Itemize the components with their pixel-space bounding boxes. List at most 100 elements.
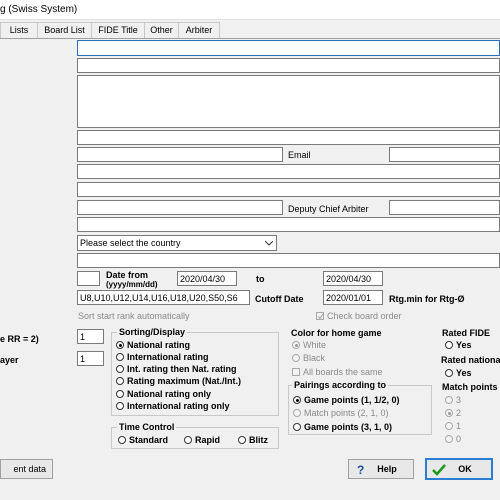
text-field-4[interactable] [77,147,283,162]
radio-icon[interactable] [292,340,300,349]
time-option-label: Standard [129,434,169,445]
pairing-game-points-3[interactable]: Game points (3, 1, 0) [293,421,392,432]
tab-fide-title[interactable]: FIDE Title [91,22,145,38]
small-field[interactable] [77,271,100,286]
chief-arbiter-field[interactable] [77,200,283,215]
country-select-value: Please select the country [80,238,181,248]
rr-label: e RR = 2) [0,334,39,344]
sort-international-rating[interactable]: International rating [116,351,209,362]
email-field[interactable] [389,147,500,162]
radio-icon[interactable] [116,352,124,361]
rated-fide-yes[interactable]: Yes [445,339,472,350]
radio-icon[interactable] [116,340,124,349]
time-blitz[interactable]: Blitz [238,434,268,445]
rated-national-yes[interactable]: Yes [445,367,472,378]
sort-int-then-nat[interactable]: Int. rating then Nat. rating [116,363,237,374]
sort-international-only[interactable]: International rating only [116,400,230,411]
players-field[interactable]: 1 [77,351,104,366]
sort-rating-maximum[interactable]: Rating maximum (Nat./Int.) [116,375,241,386]
radio-icon[interactable] [292,353,300,362]
radio-icon[interactable] [116,376,124,385]
color-option-label: White [303,339,327,350]
text-field-3[interactable] [77,130,500,145]
radio-icon[interactable] [445,395,453,404]
date-from-field[interactable]: 2020/04/30 [177,271,237,286]
sort-national-rating[interactable]: National rating [116,339,190,350]
radio-icon[interactable] [445,408,453,417]
sort-national-only[interactable]: National rating only [116,388,211,399]
radio-icon[interactable] [238,435,246,444]
text-field-8[interactable] [77,253,500,268]
ok-button[interactable]: OK [425,458,493,480]
tab-lists[interactable]: Lists [0,22,38,38]
match-points-label: 2 [456,407,462,418]
text-field-7[interactable] [77,217,500,232]
multiline-field[interactable] [77,75,500,128]
check-board-order[interactable]: Check board order [316,310,402,321]
categories-field[interactable]: U8,U10,U12,U14,U16,U18,U20,S50,S6 [77,290,250,305]
tab-other[interactable]: Other [144,22,179,38]
rated-national-title: Rated nationa [441,355,500,365]
sort-auto-label: Sort start rank automatically [78,311,190,321]
date-format-label: (yyyy/mm/dd) [106,280,158,289]
match-points-3[interactable]: 3 [445,394,461,405]
radio-icon[interactable] [116,364,124,373]
all-boards-label: All boards the same [303,366,383,377]
sort-option-label: Rating maximum (Nat./Int.) [127,375,242,386]
radio-icon[interactable] [293,422,301,431]
match-points-title: Match points [442,382,498,392]
pairing-option-label: Match points (2, 1, 0) [304,407,389,418]
check-board-order-box[interactable] [316,311,324,320]
radio-icon[interactable] [184,435,192,444]
time-standard[interactable]: Standard [118,434,168,445]
pairing-game-points[interactable]: Game points (1, 1/2, 0) [293,394,400,405]
email-label: Email [288,150,311,160]
color-white[interactable]: White [292,339,326,350]
country-select[interactable]: Please select the country [77,235,277,251]
text-field-5[interactable] [77,164,500,179]
enter-data-button[interactable]: ent data [0,459,53,479]
radio-icon[interactable] [445,434,453,443]
pairings-title: Pairings according to [292,380,389,390]
radio-icon[interactable] [293,395,301,404]
rated-national-yes-label: Yes [456,367,472,378]
deputy-label: Deputy Chief Arbiter [288,204,369,214]
all-boards-same[interactable]: All boards the same [292,366,383,377]
cutoff-field[interactable]: 2020/01/01 [323,290,383,305]
categories-value: U8,U10,U12,U14,U16,U18,U20,S50,S6 [80,293,238,303]
cutoff-label: Cutoff Date [255,294,304,304]
radio-icon[interactable] [116,389,124,398]
radio-icon[interactable] [445,340,453,349]
match-points-2[interactable]: 2 [445,407,461,418]
tournament-name-field[interactable] [77,40,500,56]
rated-fide-yes-label: Yes [456,339,472,350]
radio-icon[interactable] [445,421,453,430]
date-to-field[interactable]: 2020/04/30 [323,271,383,286]
pairing-match-points[interactable]: Match points (2, 1, 0) [293,407,389,418]
radio-icon[interactable] [445,368,453,377]
match-points-1[interactable]: 1 [445,420,461,431]
radio-icon[interactable] [118,435,126,444]
date-to-value: 2020/04/30 [326,274,372,284]
rounds-value: 1 [80,332,86,342]
rounds-field[interactable]: 1 [77,329,104,344]
tab-arbiter[interactable]: Arbiter [178,22,220,38]
window-titlebar: g (Swiss System) [0,0,500,20]
text-field-6[interactable] [77,182,500,197]
deputy-field[interactable] [389,200,500,215]
match-points-0[interactable]: 0 [445,433,461,444]
svg-text:?: ? [357,463,364,475]
all-boards-checkbox[interactable] [292,367,300,376]
time-rapid[interactable]: Rapid [184,434,220,445]
color-option-label: Black [303,352,326,363]
checkmark-icon [432,464,446,476]
sort-option-label: International rating [127,351,209,362]
match-points-label: 0 [456,433,462,444]
color-black[interactable]: Black [292,352,325,363]
text-field-2[interactable] [77,58,500,73]
tab-board-list[interactable]: Board List [37,22,92,38]
time-option-label: Rapid [195,434,221,445]
radio-icon[interactable] [293,408,301,417]
radio-icon[interactable] [116,401,124,410]
help-button[interactable]: ? Help [348,459,414,479]
